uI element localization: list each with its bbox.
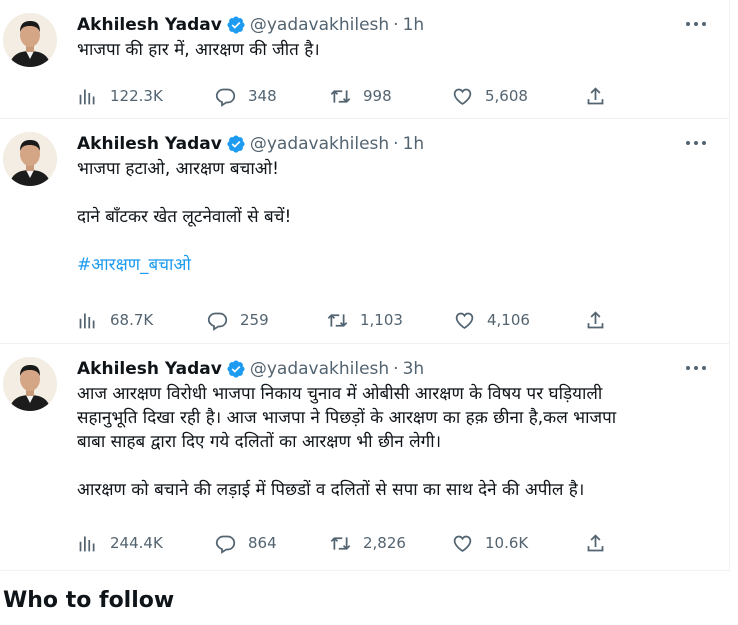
author-name[interactable]: Akhilesh Yadav [77,359,222,379]
reply-count: 259 [240,311,269,329]
timestamp[interactable]: 1h [403,15,425,35]
reply-button[interactable]: 259 [207,308,269,332]
who-to-follow-heading: Who to follow [3,588,175,613]
author-handle[interactable]: @yadavakhilesh [250,15,389,35]
tweet-line: बाबा साहब द्वारा दिए गये दलितों का आरक्ष… [77,432,442,452]
tweet[interactable]: Akhilesh Yadav @yadavakhilesh · 1h भाजपा… [0,119,730,344]
tweet-line: आरक्षण को बचाने की लड़ाई में पिछडों व दल… [77,480,585,500]
retweet-button[interactable]: 2,826 [330,531,406,555]
share-icon [587,533,604,551]
tweet-header: Akhilesh Yadav @yadavakhilesh · 1h [77,14,424,36]
reply-icon [215,88,236,107]
timestamp[interactable]: 1h [403,134,425,154]
like-count: 10.6K [485,534,529,552]
separator-dot: · [393,15,399,35]
avatar[interactable] [3,13,57,67]
retweet-count: 998 [363,87,392,105]
tweet-line: भाजपा हटाओ, आरक्षण बचाओ! [77,159,279,179]
tweet-line: दाने बाँटकर खेत लूटनेवालों से बचें! [77,207,292,227]
separator-dot: · [393,359,399,379]
like-button[interactable]: 5,608 [452,84,528,108]
reply-count: 348 [248,87,277,105]
tweet-line: सहानुभूति दिखा रही है। आज भाजपा ने पिछड़… [77,408,617,428]
retweet-count: 2,826 [363,534,406,552]
reply-icon [215,535,236,554]
reply-button[interactable]: 864 [215,531,277,555]
like-count: 5,608 [485,87,528,105]
author-name[interactable]: Akhilesh Yadav [77,15,222,35]
tweet-line: भाजपा की हार में, आरक्षण की जीत है। [77,40,320,60]
retweet-icon [330,89,351,103]
verified-badge-icon [226,134,246,154]
like-icon [453,535,472,552]
verified-badge-icon [226,15,246,35]
views-button[interactable]: 68.7K [77,308,153,332]
verified-badge-icon [226,359,246,379]
tweet[interactable]: Akhilesh Yadav @yadavakhilesh · 3h आज आर… [0,344,730,571]
reply-button[interactable]: 348 [215,84,277,108]
author-handle[interactable]: @yadavakhilesh [250,359,389,379]
hashtag-link[interactable]: #आरक्षण_बचाओ [77,253,717,277]
avatar[interactable] [3,357,57,411]
retweet-icon [330,536,351,550]
share-button[interactable] [585,531,618,555]
share-button[interactable] [585,308,618,332]
tweet-text: भाजपा हटाओ, आरक्षण बचाओ! दाने बाँटकर खेत… [77,157,717,277]
share-button[interactable] [585,84,618,108]
tweet[interactable]: Akhilesh Yadav @yadavakhilesh · 1h भाजपा… [0,0,730,119]
tweet-header: Akhilesh Yadav @yadavakhilesh · 3h [77,358,424,380]
analytics-icon [79,536,95,551]
retweet-icon [327,313,348,327]
author-handle[interactable]: @yadavakhilesh [250,134,389,154]
tweet-actions: 68.7K 259 1,103 4,106 [77,308,617,332]
views-count: 68.7K [110,311,154,329]
tweet-actions: 122.3K 348 998 5,608 [77,84,617,108]
reply-count: 864 [248,534,277,552]
like-count: 4,106 [487,311,530,329]
views-button[interactable]: 122.3K [77,84,163,108]
author-name[interactable]: Akhilesh Yadav [77,134,222,154]
timestamp[interactable]: 3h [403,359,425,379]
retweet-button[interactable]: 1,103 [327,308,403,332]
retweet-button[interactable]: 998 [330,84,392,108]
share-icon [587,86,604,104]
views-count: 122.3K [110,87,163,105]
like-button[interactable]: 4,106 [454,308,530,332]
like-button[interactable]: 10.6K [452,531,528,555]
tweet-text: भाजपा की हार में, आरक्षण की जीत है। [77,38,717,62]
more-options-icon[interactable] [685,139,707,147]
views-count: 244.4K [110,534,163,552]
more-options-icon[interactable] [685,364,707,372]
avatar[interactable] [3,132,57,186]
share-icon [587,310,604,328]
tweet-feed: Akhilesh Yadav @yadavakhilesh · 1h भाजपा… [0,0,738,625]
more-options-icon[interactable] [685,20,707,28]
like-icon [455,312,474,329]
analytics-icon [79,89,95,104]
retweet-count: 1,103 [360,311,403,329]
tweet-line: आज आरक्षण विरोधी भाजपा निकाय चुनाव में ओ… [77,384,603,404]
analytics-icon [79,313,95,328]
views-button[interactable]: 244.4K [77,531,163,555]
separator-dot: · [393,134,399,154]
like-icon [453,88,472,105]
tweet-text: आज आरक्षण विरोधी भाजपा निकाय चुनाव में ओ… [77,382,722,502]
tweet-header: Akhilesh Yadav @yadavakhilesh · 1h [77,133,424,155]
tweet-actions: 244.4K 864 2,826 10.6K [77,531,617,555]
reply-icon [207,312,228,331]
